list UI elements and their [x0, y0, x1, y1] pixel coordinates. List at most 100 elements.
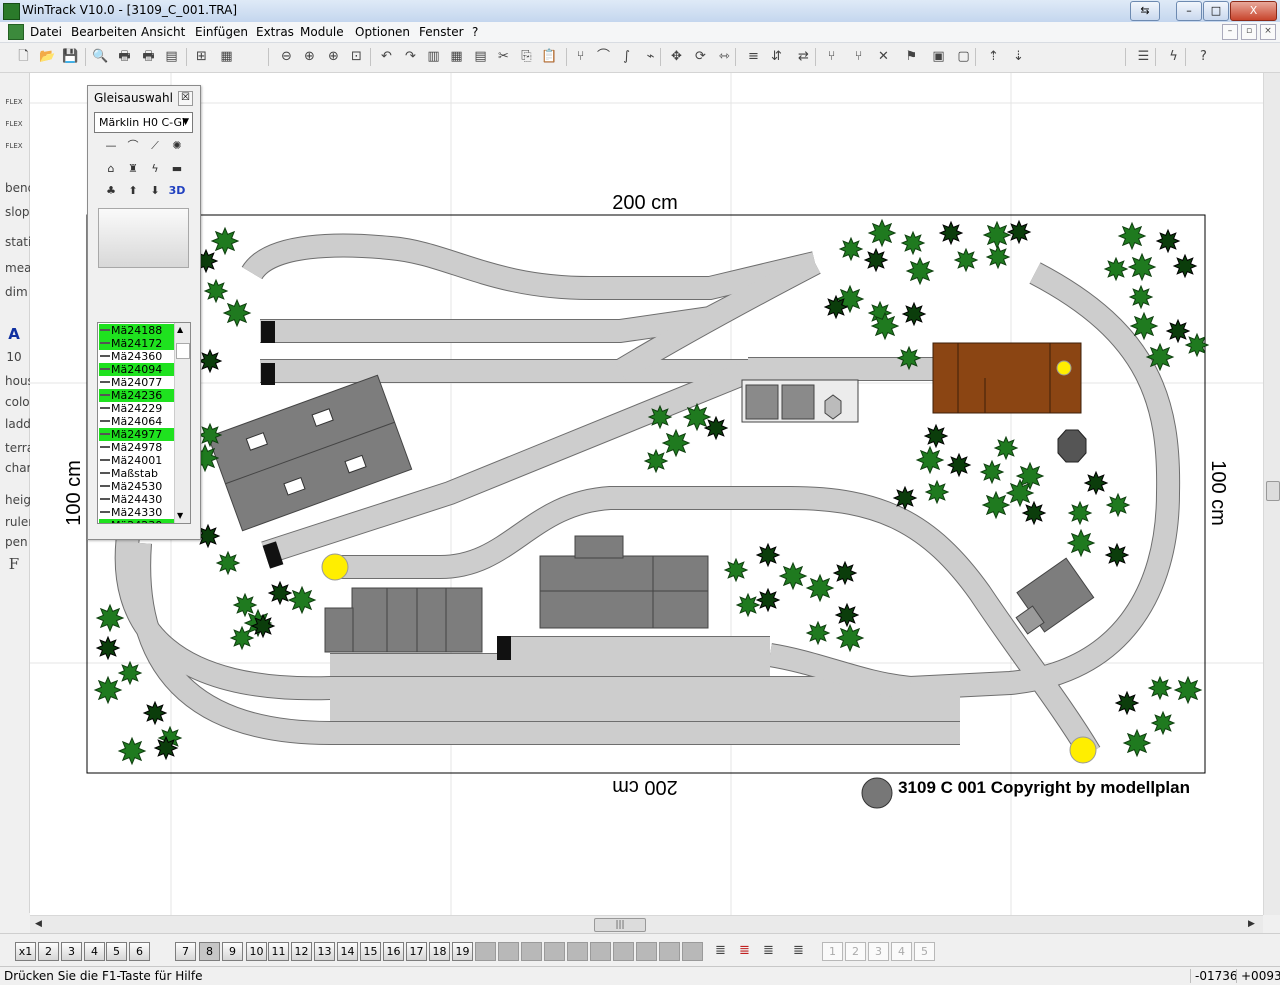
menu-fenster[interactable]: Fenster	[419, 25, 464, 39]
part-list-scrollbar[interactable]: ▲ ▼	[174, 323, 190, 523]
left-tool-17-icon[interactable]: pen	[5, 533, 28, 551]
rotate-icon[interactable]: ⟳	[692, 48, 709, 65]
left-tool-12-icon[interactable]: ladder	[5, 415, 43, 433]
vertical-scrollbar[interactable]	[1263, 73, 1280, 915]
document-icon[interactable]	[8, 24, 24, 40]
electric-icon[interactable]: ϟ	[146, 161, 164, 177]
part-list-item[interactable]: Mä24229	[99, 402, 184, 415]
switch-icon[interactable]: ⑂	[850, 48, 867, 65]
empty-layer-button[interactable]	[613, 942, 634, 961]
menu-ansicht[interactable]: Ansicht	[141, 25, 185, 39]
part-list[interactable]: Mä24188 Mä24172 Mä24360 Mä24094 Mä24077 Mä242…	[97, 322, 191, 524]
empty-layer-button[interactable]	[475, 942, 496, 961]
locomotive-icon[interactable]: ▬	[168, 161, 186, 177]
open-folder-icon[interactable]: 📂	[39, 48, 56, 65]
layer-button-7[interactable]: 7	[175, 942, 196, 961]
flex-track-icon[interactable]: ∫	[618, 48, 635, 65]
cut-icon[interactable]: ✂	[495, 48, 512, 65]
straight-track-icon[interactable]: —	[102, 138, 120, 154]
layers-icon[interactable]: ≣	[712, 942, 729, 959]
measure-icon[interactable]: ⇿	[716, 48, 733, 65]
save-icon[interactable]: 💾	[62, 48, 79, 65]
layer-button-11[interactable]: 11	[268, 942, 289, 961]
empty-layer-button[interactable]	[544, 942, 565, 961]
layer-button-6[interactable]: 6	[129, 942, 150, 961]
part-list-item[interactable]: Mä24530	[99, 480, 184, 493]
track-book-icon[interactable]: ▥	[425, 48, 442, 65]
menu-optionen[interactable]: Optionen	[355, 25, 410, 39]
part-list-item[interactable]: Mä24094	[99, 363, 184, 376]
print-preview-icon[interactable]: 🔍	[92, 48, 109, 65]
switch-track-icon[interactable]: ⟋	[146, 138, 164, 154]
image-icon[interactable]: ▦	[218, 48, 235, 65]
part-list-item[interactable]: Mä24978	[99, 441, 184, 454]
layer-button-14[interactable]: 14	[337, 942, 358, 961]
layer-down-icon[interactable]: ⇣	[1010, 48, 1027, 65]
zoom-window-icon[interactable]: ⊕	[325, 48, 342, 65]
menu-extras[interactable]: Extras	[256, 25, 294, 39]
layer-button-x1[interactable]: x1	[15, 942, 36, 961]
left-tool-2-icon[interactable]: FLEX	[5, 137, 23, 155]
extra-layer-button[interactable]: 5	[914, 942, 935, 961]
part-list-item[interactable]: Mä24330	[99, 506, 184, 519]
mirror-icon[interactable]: ⇄	[795, 48, 812, 65]
zoom-in-icon[interactable]: ⊕	[301, 48, 318, 65]
signal-icon[interactable]: ⚑	[903, 48, 920, 65]
layer-button-16[interactable]: 16	[383, 942, 404, 961]
vertical-scroll-thumb[interactable]	[1266, 481, 1280, 501]
zoom-out-icon[interactable]: ⊖	[278, 48, 295, 65]
scroll-left-icon[interactable]: ◀	[35, 919, 42, 929]
group-icon[interactable]: ▣	[930, 48, 947, 65]
extra-layer-button[interactable]: 3	[868, 942, 889, 961]
left-tool-9-icon[interactable]: 10	[5, 348, 23, 366]
move-icon[interactable]: ✥	[668, 48, 685, 65]
help-icon[interactable]: ?	[1195, 48, 1212, 65]
left-tool-8-icon[interactable]: A	[5, 325, 23, 343]
minimize-button[interactable]: –	[1176, 1, 1202, 21]
extra-layer-button[interactable]: 1	[822, 942, 843, 961]
app-icon[interactable]	[3, 3, 20, 20]
signal-icon[interactable]: ♜	[124, 161, 142, 177]
menu-einfuegen[interactable]: Einfügen	[195, 25, 248, 39]
empty-layer-button[interactable]	[682, 942, 703, 961]
empty-layer-button[interactable]	[636, 942, 657, 961]
left-tool-15-icon[interactable]: height	[5, 491, 43, 509]
menu-help[interactable]: ?	[472, 25, 478, 39]
3d-view-icon[interactable]: 3D	[168, 183, 186, 199]
electric-icon[interactable]: ϟ	[1165, 48, 1182, 65]
ungroup-icon[interactable]: ▢	[955, 48, 972, 65]
panel-close-button[interactable]: ☒	[178, 91, 193, 106]
part-list-item[interactable]: Mä24977	[99, 428, 184, 441]
horizontal-scrollbar[interactable]: ◀ ||| ▶	[30, 915, 1263, 933]
house-icon[interactable]: ⌂	[102, 161, 120, 177]
layer-button-17[interactable]: 17	[406, 942, 427, 961]
print-icon[interactable]: 🖶	[116, 48, 133, 65]
chevron-down-icon[interactable]: ▼	[182, 113, 189, 132]
crossing-icon[interactable]: ✕	[875, 48, 892, 65]
layer-button-19[interactable]: 19	[452, 942, 473, 961]
print-setup-icon[interactable]: 🖶	[140, 48, 157, 65]
menu-bearbeiten[interactable]: Bearbeiten	[71, 25, 137, 39]
left-tool-0-icon[interactable]: FLEX	[5, 93, 23, 111]
connect-icon[interactable]: ⌁	[642, 48, 659, 65]
left-tool-3-icon[interactable]: bend	[5, 179, 35, 197]
ramp-down-icon[interactable]: ⬇	[146, 183, 164, 199]
layout-canvas[interactable]: 200 cm 200 cm 100 cm 100 cm 3109 C 001 C…	[30, 73, 1263, 915]
stack-icon[interactable]: ≣	[790, 942, 807, 959]
track-curve-icon[interactable]: ⌒	[595, 48, 612, 65]
layer-button-8[interactable]: 8	[199, 942, 220, 961]
left-tool-6-icon[interactable]: measure	[5, 259, 57, 277]
left-tool-18-icon[interactable]: F	[5, 555, 23, 573]
layer-button-2[interactable]: 2	[38, 942, 59, 961]
left-tool-5-icon[interactable]: station	[5, 233, 46, 251]
extra-layer-button[interactable]: 2	[845, 942, 866, 961]
part-list-item[interactable]: Mä24188	[99, 324, 184, 337]
mdi-restore-button[interactable]: ▫	[1241, 24, 1257, 40]
undo-icon[interactable]: ↶	[378, 48, 395, 65]
part-list-item[interactable]: Mä24360	[99, 350, 184, 363]
redo-icon[interactable]: ↷	[402, 48, 419, 65]
empty-layer-button[interactable]	[567, 942, 588, 961]
insert-element-icon[interactable]: ⊞	[193, 48, 210, 65]
swap-window-button[interactable]: ⇆	[1130, 1, 1160, 21]
part-list-item[interactable]: Mä24172	[99, 337, 184, 350]
